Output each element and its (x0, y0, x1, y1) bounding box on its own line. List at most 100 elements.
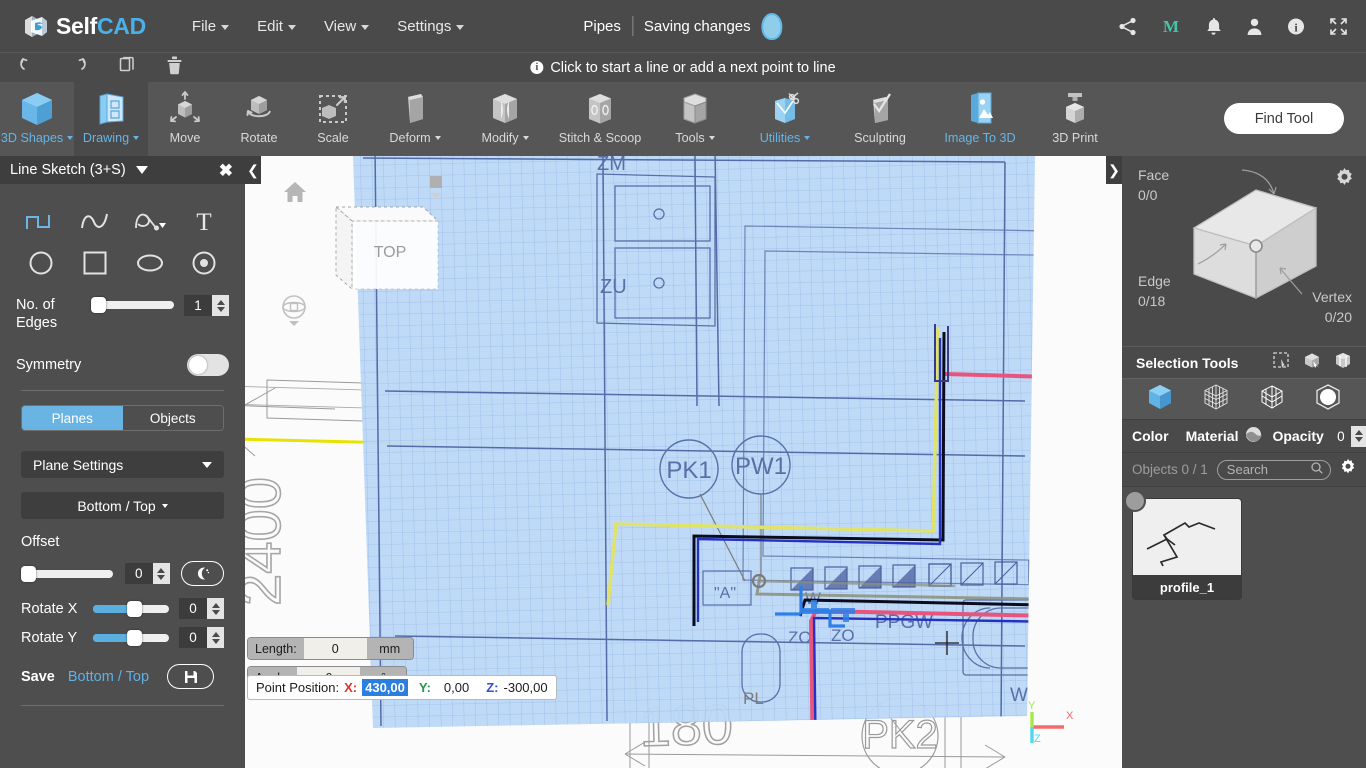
rotate-x-slider[interactable] (93, 600, 169, 617)
loop-select-icon[interactable] (1334, 352, 1352, 374)
ribbon-tool-tools[interactable]: Tools (650, 82, 740, 156)
menu-settings[interactable]: Settings (383, 12, 478, 41)
ribbon-tool-stitch-scoop[interactable]: Stitch & Scoop (550, 82, 650, 156)
rotate-x-value[interactable]: 0 (179, 598, 207, 619)
rect-select-icon[interactable] (1273, 351, 1290, 374)
menu-view[interactable]: View (310, 12, 383, 41)
ribbon-tool-image-to-3d[interactable]: Image To 3D (930, 82, 1030, 156)
length-measurement[interactable]: Length: 0 mm (247, 637, 414, 660)
shape-tool-square[interactable] (68, 244, 122, 282)
shape-tool-text[interactable]: T (177, 202, 231, 240)
share-icon[interactable] (1118, 17, 1137, 36)
search-input[interactable]: Search (1216, 459, 1331, 480)
ribbon-tool-utilities[interactable]: Utilities (740, 82, 830, 156)
edges-stepper[interactable]: 1 (184, 295, 229, 316)
selfcad-logo[interactable]: SelfCAD (22, 13, 146, 40)
slider-knob[interactable] (127, 600, 143, 617)
copy-icon[interactable] (118, 56, 136, 80)
face-mode-icon[interactable] (1258, 383, 1286, 416)
fullscreen-icon[interactable] (1329, 17, 1348, 36)
y-value-input[interactable]: 0,00 (444, 680, 469, 695)
close-icon[interactable]: ✖ (219, 162, 233, 179)
trash-icon[interactable] (166, 56, 183, 80)
gear-icon[interactable] (1340, 459, 1356, 480)
medium-m-icon[interactable]: M (1161, 17, 1181, 36)
ribbon-tool-drawing[interactable]: Drawing (74, 82, 148, 156)
shape-tool-polyline[interactable] (14, 202, 68, 240)
spinner-down-icon[interactable] (1355, 437, 1364, 442)
ribbon-tool-rotate[interactable]: Rotate (222, 82, 296, 156)
spinner-down-icon[interactable] (211, 609, 220, 615)
symmetry-toggle[interactable] (187, 354, 229, 376)
offset-stepper[interactable]: 0 (124, 563, 170, 584)
ribbon-tool-move[interactable]: Move (148, 82, 222, 156)
ribbon-tool-modify[interactable]: Modify (460, 82, 550, 156)
spinner-up-icon[interactable] (157, 567, 166, 573)
vertex-mode-icon[interactable] (1314, 383, 1342, 416)
shape-tool-ring[interactable] (177, 244, 231, 282)
home-icon[interactable] (283, 181, 307, 208)
menu-file[interactable]: File (178, 12, 243, 41)
menu-edit[interactable]: Edit (243, 12, 310, 41)
material-sphere-icon[interactable] (1245, 426, 1263, 446)
ribbon-tool-sculpting[interactable]: Sculpting (830, 82, 930, 156)
plane-handle-icon[interactable] (426, 174, 446, 206)
offset-value[interactable]: 0 (124, 563, 153, 584)
shape-tool-circle[interactable] (14, 244, 68, 282)
orbit-icon[interactable] (281, 294, 307, 332)
edges-slider[interactable] (91, 297, 174, 313)
ribbon-tool-scale[interactable]: Scale (296, 82, 370, 156)
length-value[interactable]: 0 (303, 638, 367, 659)
slider-knob[interactable] (21, 565, 36, 582)
triangle-down-icon[interactable] (135, 166, 148, 174)
view-cube[interactable]: TOP (328, 201, 443, 316)
rotate-x-stepper[interactable]: 0 (179, 598, 224, 619)
find-tool-button[interactable]: Find Tool (1224, 103, 1344, 134)
rotate-y-slider[interactable] (93, 629, 169, 646)
collapse-left-panel-button[interactable]: ❮ (245, 156, 261, 184)
mesh-mode-icon[interactable] (1202, 383, 1230, 416)
undo-icon[interactable] (18, 56, 38, 79)
z-value-input[interactable]: -300,00 (504, 680, 548, 695)
rotate-y-spinner[interactable] (207, 627, 224, 648)
box-select-icon[interactable] (1303, 352, 1321, 374)
tab-planes[interactable]: Planes (22, 406, 123, 430)
plane-settings-dropdown[interactable]: Plane Settings (21, 451, 224, 478)
rotate-y-stepper[interactable]: 0 (179, 627, 224, 648)
rotate-y-value[interactable]: 0 (179, 627, 207, 648)
opacity-spinner[interactable] (1350, 425, 1366, 447)
shape-tool-curve[interactable] (68, 202, 122, 240)
offset-slider[interactable] (21, 565, 113, 582)
x-value-input[interactable]: 430,00 (362, 679, 408, 696)
info-icon[interactable]: i (1287, 17, 1305, 36)
tab-objects[interactable]: Objects (122, 406, 223, 430)
save-plane-button[interactable] (167, 664, 215, 689)
object-card-profile-1[interactable]: profile_1 (1124, 490, 1241, 599)
shape-tool-ellipse[interactable] (123, 244, 177, 282)
user-icon[interactable] (1246, 17, 1263, 36)
redo-icon[interactable] (68, 56, 88, 79)
spinner-up-icon[interactable] (211, 602, 220, 608)
spinner-down-icon[interactable] (216, 306, 225, 312)
bell-icon[interactable] (1205, 17, 1222, 36)
ribbon-tool-deform[interactable]: Deform (370, 82, 460, 156)
slider-knob[interactable] (91, 297, 107, 313)
offset-spinner[interactable] (152, 563, 170, 584)
point-position-bar[interactable]: Point Position: X: 430,00 Y: 0,00 Z: -30… (247, 675, 557, 700)
shape-tool-freehand[interactable] (123, 202, 177, 240)
edges-value[interactable]: 1 (184, 295, 212, 316)
edges-spinner[interactable] (212, 295, 229, 316)
spinner-up-icon[interactable] (1355, 430, 1364, 435)
rotate-x-spinner[interactable] (207, 598, 224, 619)
spinner-down-icon[interactable] (211, 638, 220, 644)
ribbon-tool-3d-shapes[interactable]: 3D Shapes (0, 82, 74, 156)
opacity-stepper[interactable]: 0 (1330, 425, 1366, 447)
opacity-value[interactable]: 0 (1330, 425, 1351, 447)
collapse-right-panel-button[interactable]: ❯ (1106, 156, 1122, 184)
viewport-canvas[interactable]: 2400 180 PK2 ZM ZU PK1 PW1 "A" W ZO ZO P… (245, 156, 1122, 768)
spinner-up-icon[interactable] (216, 299, 225, 305)
plane-selector-dropdown[interactable]: Bottom / Top (21, 492, 224, 519)
spinner-down-icon[interactable] (157, 574, 166, 580)
spinner-up-icon[interactable] (211, 631, 220, 637)
save-target-link[interactable]: Bottom / Top (68, 669, 149, 685)
